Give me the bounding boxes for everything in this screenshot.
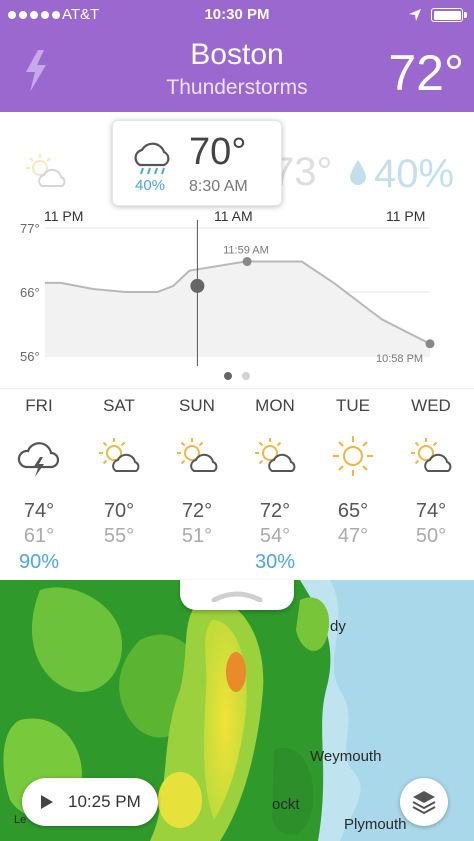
- header-bar: AT&T 10:30 PM Boston Thunderstorms 72°: [0, 0, 474, 112]
- playback-time: 10:25 PM: [68, 792, 141, 811]
- day-name: FRI: [25, 396, 53, 415]
- temperature-area: [45, 261, 430, 356]
- selected-point: [190, 278, 205, 293]
- day-name: WED: [411, 396, 451, 415]
- partly-cloudy-icon: [255, 438, 296, 472]
- annotation-label: 11:59 AM: [223, 245, 269, 257]
- play-icon: [41, 795, 53, 809]
- low-temp: 47°: [337, 525, 369, 547]
- partly-cloudy-icon: [411, 438, 452, 472]
- precip-chance: 30%: [254, 551, 296, 573]
- y-tick-label: 66°: [20, 285, 40, 300]
- day-name: SUN: [179, 396, 215, 415]
- background-precip: 40%: [374, 152, 455, 196]
- low-temp: 54°: [259, 525, 291, 547]
- low-temp: 55°: [103, 525, 135, 547]
- map-place-label: dy: [330, 618, 346, 635]
- low-temp: 51°: [181, 525, 213, 547]
- partly-cloudy-icon: [177, 438, 218, 472]
- current-temperature: 72°: [388, 45, 464, 101]
- map-place-label: Weymouth: [310, 748, 382, 765]
- high-temp: 72°: [259, 500, 291, 522]
- daily-forecast: FRI 74° 61° 90% SAT 70° 55° SUN 72° 51° …: [0, 388, 474, 580]
- battery-icon: [431, 8, 467, 22]
- page-indicator[interactable]: [0, 372, 474, 380]
- partly-cloudy-icon: [26, 154, 66, 187]
- high-temp: 70°: [103, 500, 135, 522]
- layers-icon: [412, 791, 436, 815]
- selected-precip: 40%: [135, 177, 166, 194]
- page-dot[interactable]: [242, 372, 250, 380]
- sunny-icon: [333, 436, 373, 476]
- raindrop-icon: [350, 160, 366, 185]
- precip-chance: 90%: [18, 551, 60, 573]
- map-layers-button[interactable]: [400, 778, 448, 826]
- selected-temperature: 70°: [189, 131, 247, 173]
- day-name: TUE: [336, 396, 370, 415]
- selected-time: 8:30 AM: [189, 178, 248, 195]
- thunderstorm-icon: [17, 442, 60, 477]
- annotation-label: 10:58 PM: [376, 353, 423, 365]
- low-temp: 61°: [23, 525, 55, 547]
- radar-play-button[interactable]: 10:25 PM: [22, 778, 158, 826]
- y-tick-label: 56°: [20, 349, 40, 364]
- status-time: 10:30 PM: [204, 6, 270, 23]
- day-name: MON: [255, 396, 295, 415]
- expand-drawer-handle[interactable]: [180, 580, 294, 610]
- map-attribution: Le: [14, 814, 27, 826]
- annotation-point: [425, 339, 435, 349]
- status-bar: AT&T 10:30 PM: [0, 0, 474, 30]
- annotation-point: [242, 257, 252, 267]
- map-place-label: Plymouth: [344, 816, 407, 833]
- rain-cloud-icon: [134, 142, 170, 175]
- high-temp: 65°: [337, 500, 369, 522]
- y-tick-label: 77°: [20, 221, 40, 236]
- high-temp: 74°: [23, 500, 55, 522]
- temperature-chart[interactable]: 77° 66° 56° 11:59 AM 10:58 PM: [0, 220, 474, 368]
- low-temp: 50°: [415, 525, 447, 547]
- day-name: SAT: [103, 396, 135, 415]
- page-dot[interactable]: [224, 372, 232, 380]
- location-arrow-icon: [409, 9, 421, 21]
- high-temp: 72°: [181, 500, 213, 522]
- hourly-detail-popup: 40% 70° 8:30 AM: [112, 120, 282, 206]
- chevron-up-icon: [211, 591, 263, 602]
- partly-cloudy-icon: [99, 438, 140, 472]
- hourly-panel[interactable]: 73° 40% 40% 70° 8:30 AM 11 PM 11 AM 11 P…: [0, 112, 474, 388]
- map-place-label: ockt: [272, 796, 300, 813]
- high-temp: 74°: [415, 500, 447, 522]
